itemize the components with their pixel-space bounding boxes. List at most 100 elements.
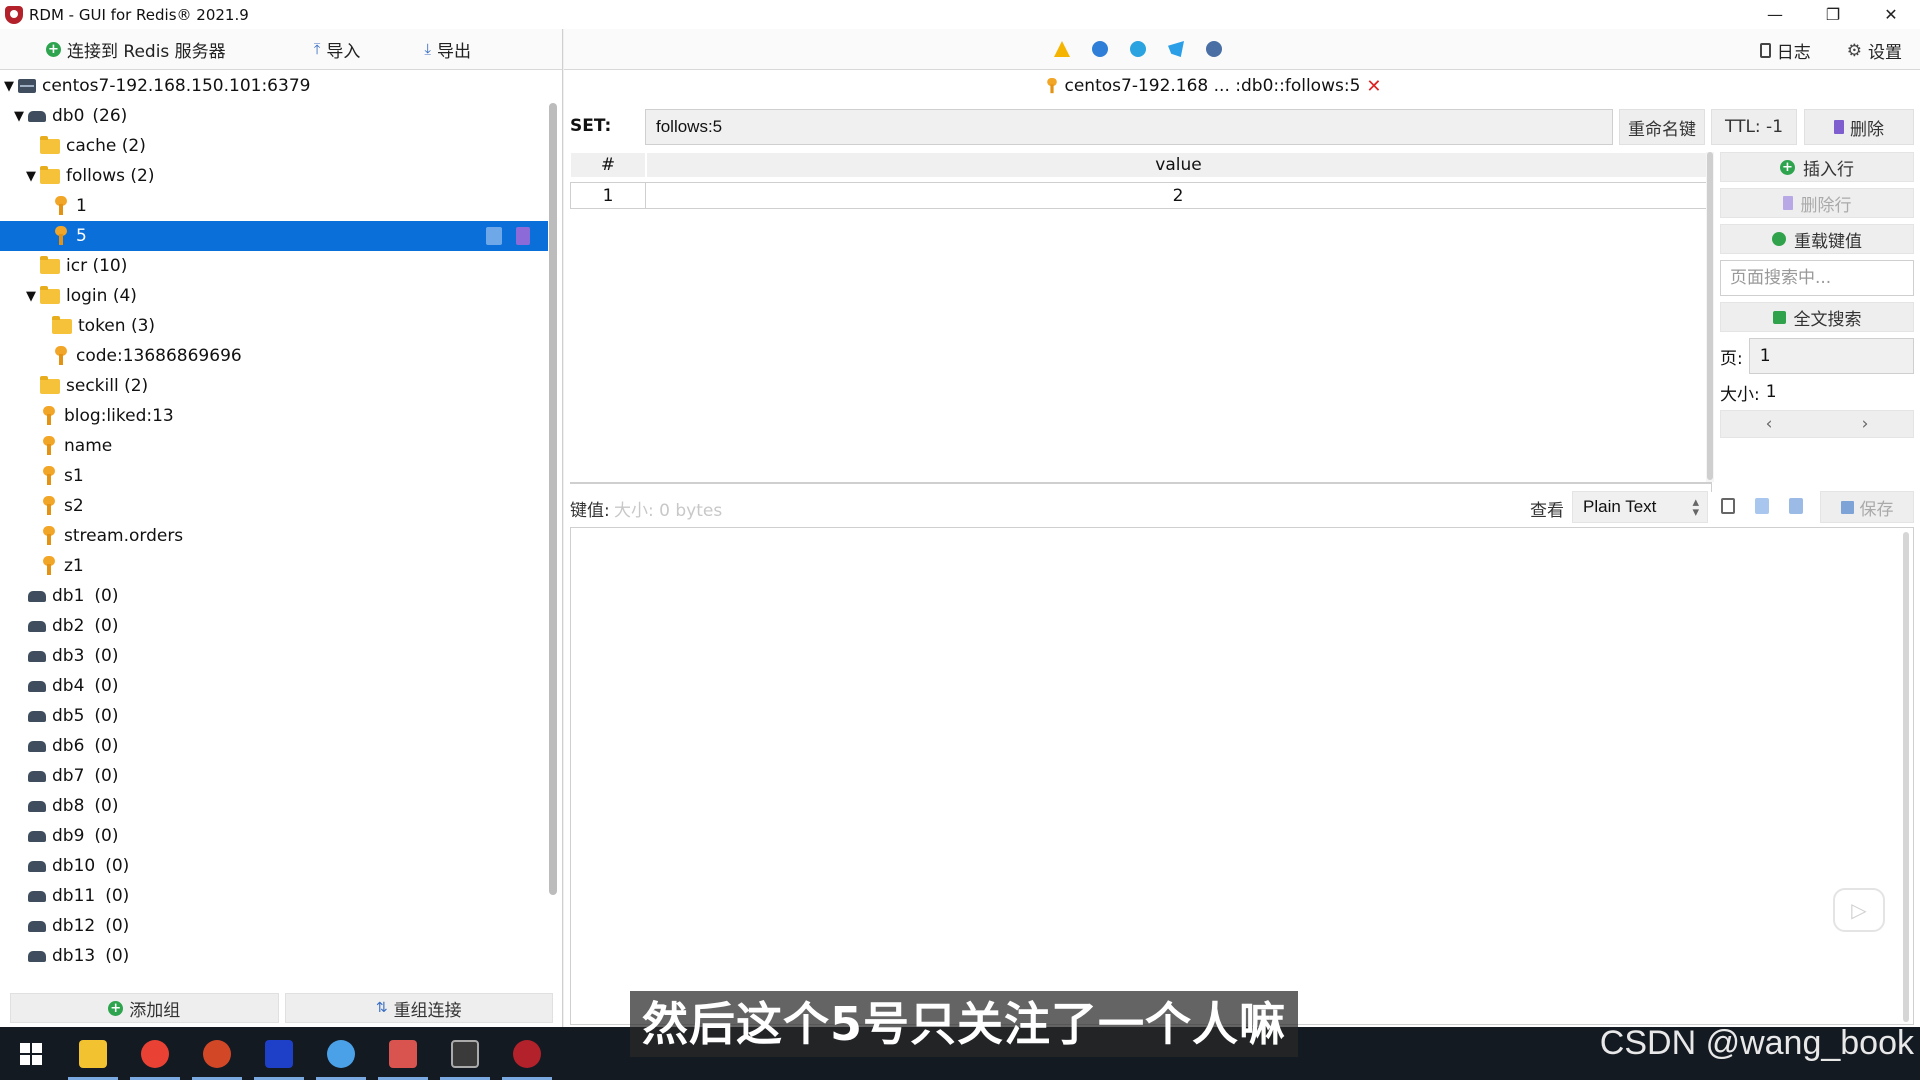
prev-page-button[interactable]: ‹ xyxy=(1721,411,1817,437)
taskbar-explorer[interactable] xyxy=(62,1027,124,1080)
tree-db3[interactable]: db3 (0) xyxy=(0,641,548,671)
tree-scrollbar-thumb[interactable] xyxy=(549,103,557,895)
tree-key-s1[interactable]: s1 xyxy=(0,461,548,491)
table-row[interactable]: 1 2 xyxy=(570,182,1711,209)
size-label: 大小: xyxy=(1720,384,1760,405)
tree-db2[interactable]: db2 (0) xyxy=(0,611,548,641)
checkbox-icon[interactable] xyxy=(1721,498,1735,514)
page-search-input[interactable]: 页面搜索中... xyxy=(1720,260,1914,296)
reload-value-button[interactable]: 重载键值 xyxy=(1720,224,1914,254)
delete-key-button[interactable]: 删除 xyxy=(1804,109,1914,145)
tree-db12[interactable]: db12 (0) xyxy=(0,911,548,941)
splitter[interactable] xyxy=(570,482,1712,484)
key-name-field[interactable]: follows:5 xyxy=(645,109,1613,145)
tree-folder-login[interactable]: ▼ login (4) xyxy=(0,281,548,311)
regroup-connections-button[interactable]: ⇅ 重组连接 xyxy=(284,993,553,1023)
page-input[interactable]: 1 xyxy=(1748,338,1914,374)
taskbar-terminal[interactable] xyxy=(434,1027,496,1080)
value-editor[interactable]: ▷ xyxy=(570,527,1914,1025)
tree-db6[interactable]: db6 (0) xyxy=(0,731,548,761)
taskbar-vmware[interactable] xyxy=(310,1027,372,1080)
log-button[interactable]: 日志 xyxy=(1759,38,1811,63)
tree-folder-icr[interactable]: icr (10) xyxy=(0,251,548,281)
paste-icon[interactable] xyxy=(1789,498,1803,514)
tree-db11[interactable]: db11 (0) xyxy=(0,881,548,911)
table-cell-index[interactable]: 1 xyxy=(571,183,646,208)
tree-key-follows-5[interactable]: 5 xyxy=(0,221,548,251)
import-button[interactable]: ⤒ 导入 xyxy=(314,37,361,62)
taskbar-intellij[interactable] xyxy=(248,1027,310,1080)
tree-folder-seckill[interactable]: seckill (2) xyxy=(0,371,548,401)
start-button[interactable] xyxy=(0,1027,62,1080)
trash-icon xyxy=(1834,120,1844,134)
tab-key-follows-5[interactable]: centos7-192.168 ... :db0::follows:5 ✕ xyxy=(1043,76,1381,97)
tree-key-z1[interactable]: z1 xyxy=(0,551,548,581)
help-icon[interactable] xyxy=(1092,41,1108,57)
tab-close-icon[interactable]: ✕ xyxy=(1366,76,1381,97)
table-cell-value[interactable]: 2 xyxy=(646,183,1710,208)
fulltext-search-button[interactable]: 全文搜索 xyxy=(1720,302,1914,332)
save-button[interactable]: 保存 xyxy=(1820,491,1914,523)
tree-db8[interactable]: db8 (0) xyxy=(0,791,548,821)
trash-icon[interactable] xyxy=(516,227,530,245)
tree-server[interactable]: ▼ centos7-192.168.150.101:6379 xyxy=(0,71,548,101)
tree-db4[interactable]: db4 (0) xyxy=(0,671,548,701)
key-label: 1 xyxy=(76,196,87,216)
warning-icon[interactable] xyxy=(1054,41,1070,57)
telegram-icon[interactable] xyxy=(1130,41,1146,57)
taskbar-powerpoint[interactable] xyxy=(186,1027,248,1080)
tree-key-code[interactable]: code:13686869696 xyxy=(0,341,548,371)
expanded-arrow-icon[interactable]: ▼ xyxy=(24,289,38,304)
save-label: 保存 xyxy=(1859,499,1894,520)
tree-key-name[interactable]: name xyxy=(0,431,548,461)
settings-button[interactable]: ⚙ 设置 xyxy=(1847,38,1902,64)
minimize-button[interactable]: — xyxy=(1746,0,1804,29)
editor-scrollbar[interactable] xyxy=(1903,532,1909,1022)
log-icon xyxy=(1759,43,1771,58)
expanded-arrow-icon[interactable]: ▼ xyxy=(24,169,38,184)
next-page-button[interactable]: › xyxy=(1817,411,1913,437)
tree-folder-token[interactable]: token (3) xyxy=(0,311,548,341)
terminal-icon xyxy=(451,1039,479,1068)
tree-key-stream-orders[interactable]: stream.orders xyxy=(0,521,548,551)
table-scrollbar[interactable] xyxy=(1706,152,1714,482)
column-header-value[interactable]: value xyxy=(646,152,1711,178)
close-window-button[interactable]: ✕ xyxy=(1862,0,1920,29)
tree-folder-cache[interactable]: cache (2) xyxy=(0,131,548,161)
tree-scrollbar[interactable] xyxy=(548,71,558,991)
tree-db9[interactable]: db9 (0) xyxy=(0,821,548,851)
rename-key-button[interactable]: 重命名键 xyxy=(1619,109,1705,145)
delete-row-button[interactable]: 删除行 xyxy=(1720,188,1914,218)
ttl-button[interactable]: TTL: -1 xyxy=(1711,109,1797,145)
tree-db1[interactable]: db1 (0) xyxy=(0,581,548,611)
expanded-arrow-icon[interactable]: ▼ xyxy=(12,109,26,124)
column-header-index[interactable]: # xyxy=(570,152,646,178)
add-group-button[interactable]: + 添加组 xyxy=(10,993,279,1023)
copy-icon[interactable] xyxy=(1755,498,1769,514)
tree-folder-follows[interactable]: ▼ follows (2) xyxy=(0,161,548,191)
edit-icon[interactable] xyxy=(486,227,502,245)
tree-db10[interactable]: db10 (0) xyxy=(0,851,548,881)
insert-row-button[interactable]: + 插入行 xyxy=(1720,152,1914,182)
tree-db7[interactable]: db7 (0) xyxy=(0,761,548,791)
tree-key-follows-1[interactable]: 1 xyxy=(0,191,548,221)
connect-server-button[interactable]: + 连接到 Redis 服务器 xyxy=(46,37,226,62)
key-icon xyxy=(40,496,58,516)
export-button[interactable]: ⤓ 导出 xyxy=(424,37,471,62)
intellij-icon xyxy=(265,1039,293,1068)
taskbar-chrome[interactable] xyxy=(124,1027,186,1080)
tree-key-blog-liked[interactable]: blog:liked:13 xyxy=(0,401,548,431)
taskbar-tool[interactable] xyxy=(372,1027,434,1080)
taskbar-rdm[interactable] xyxy=(496,1027,558,1080)
view-mode-select[interactable]: Plain Text ▴ ▾ xyxy=(1572,491,1708,523)
key-label: z1 xyxy=(64,556,84,576)
tree-key-s2[interactable]: s2 xyxy=(0,491,548,521)
github-icon[interactable] xyxy=(1206,41,1222,57)
expanded-arrow-icon[interactable]: ▼ xyxy=(2,79,16,94)
tree-db13[interactable]: db13 (0) xyxy=(0,941,548,971)
restore-button[interactable]: ❐ xyxy=(1804,0,1862,29)
tree-db5[interactable]: db5 (0) xyxy=(0,701,548,731)
table-scrollbar-thumb[interactable] xyxy=(1707,152,1713,480)
twitter-icon[interactable] xyxy=(1168,41,1184,57)
tree-db0[interactable]: ▼ db0 (26) xyxy=(0,101,548,131)
